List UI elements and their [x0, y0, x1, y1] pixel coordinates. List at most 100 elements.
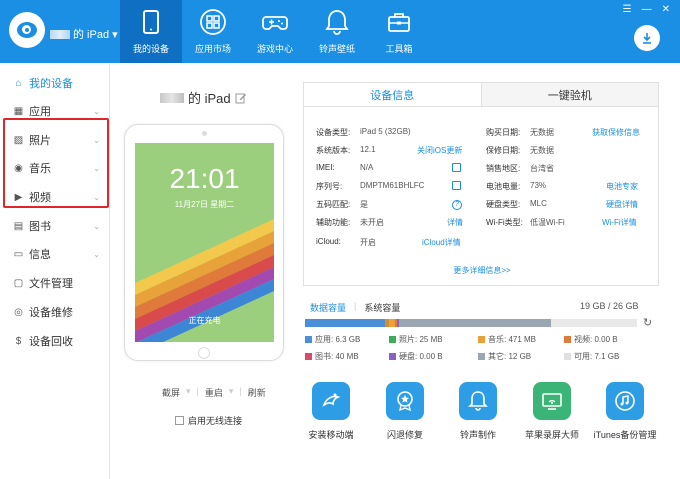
tablet-icon [143, 10, 159, 34]
download-button[interactable] [634, 25, 660, 51]
download-icon [643, 33, 651, 44]
main-nav: 我的设备 应用市场 游戏中心 铃声壁纸 工具箱 [120, 0, 430, 63]
lock-screen-time: 21:01 [169, 163, 240, 194]
bell-icon [325, 10, 349, 35]
legend-swatch [305, 353, 312, 360]
home-icon: ⌂ [15, 77, 22, 89]
wireless-toggle[interactable]: 启用无线连接 [175, 414, 242, 427]
refresh-button[interactable]: 刷新 [248, 386, 266, 399]
ringtone-icon [459, 382, 497, 420]
sidebar-item-messages[interactable]: ▭ 信息 ⌄ [0, 240, 110, 268]
gamepad-icon [262, 16, 288, 30]
tool-crash-fix[interactable]: 闪退修复 [370, 382, 440, 441]
nav-label: 工具箱 [385, 44, 413, 54]
sidebar-item-label: 应用 [29, 106, 51, 118]
info-row: 辅助功能: 未开启 详情 Wi-Fi类型: 低温Wi-Fi Wi-Fi详情 [316, 217, 637, 228]
legend-item: 照片: 25 MB [389, 334, 443, 345]
disk-details-link[interactable]: 硬盘详情 [606, 199, 638, 210]
nav-label: 我的设备 [132, 44, 169, 54]
battery-expert-link[interactable]: 电池专家 [606, 181, 638, 192]
storage-segment-其它 [398, 319, 552, 327]
refresh-icon[interactable]: ↻ [643, 316, 652, 329]
repair-icon: ◎ [14, 306, 23, 318]
device-title-text: 的 iPad [188, 91, 231, 106]
copy-icon[interactable] [452, 181, 461, 192]
chevron-down-icon: ⌄ [93, 249, 100, 259]
device-selector-label: 的 iPad ▾ [73, 29, 118, 41]
tab-device-info[interactable]: 设备信息 [304, 83, 482, 106]
copy-icon[interactable] [452, 163, 461, 174]
info-row: IMEI: N/A 销售地区: 台湾省 [316, 163, 554, 174]
storage-bar [305, 319, 637, 327]
sidebar-item-my-device[interactable]: ⌂ 我的设备 [0, 69, 110, 97]
legend-item: 应用: 6.3 GB [305, 334, 360, 345]
icloud-details-link[interactable]: iCloud详情 [422, 237, 461, 248]
menu-icon[interactable]: ☰ [623, 4, 632, 15]
tool-itunes-backup[interactable]: iTunes备份管理 [590, 382, 660, 441]
home-button [198, 347, 210, 359]
chevron-down-icon: ⌄ [93, 221, 100, 231]
apps-icon: ▦ [13, 105, 24, 117]
accessibility-details-link[interactable]: 详情 [447, 217, 463, 228]
close-icon[interactable]: ✕ [662, 4, 670, 15]
toolbox-icon [388, 13, 410, 32]
crash-fix-icon [386, 382, 424, 420]
tool-install-mobile[interactable]: 安装移动端 [296, 382, 366, 441]
sidebar-item-books[interactable]: ▤ 图书 ⌄ [0, 212, 110, 240]
highlight-box [3, 118, 109, 208]
top-bar: 的 iPad ▾ 我的设备 应用市场 游戏中心 铃声壁纸 工具箱 ☰ — ✕ [0, 0, 680, 63]
legend-item: 图书: 40 MB [305, 351, 359, 362]
minimize-icon[interactable]: — [642, 4, 652, 15]
legend-item: 音乐: 471 MB [478, 334, 536, 345]
nav-game-center[interactable]: 游戏中心 [244, 0, 306, 63]
device-selector[interactable]: 的 iPad ▾ [50, 26, 118, 42]
tool-ringtone-maker[interactable]: 铃声制作 [443, 382, 513, 441]
charging-status: 正在充电 [188, 316, 221, 325]
screenshot-button[interactable]: 截屏 [162, 386, 180, 399]
tab-system-capacity[interactable]: 系统容量 [364, 301, 400, 314]
tool-screen-recorder[interactable]: 苹果录屏大师 [517, 382, 587, 441]
help-icon[interactable]: ? [452, 199, 462, 210]
mobile-install-icon [312, 382, 350, 420]
legend-swatch [478, 336, 485, 343]
folder-icon: ▢ [13, 277, 24, 289]
legend-item: 视频: 0.00 B [564, 334, 618, 345]
restart-button[interactable]: 重启 [205, 386, 223, 399]
device-info-panel: 设备类型: iPad 5 (32GB) 购买日期: 无数据 获取保修信息 系统版… [303, 106, 659, 286]
info-row: 五码匹配: 是 ? 硬盘类型: MLC 硬盘详情 [316, 199, 638, 210]
storage-segment-音乐 [388, 319, 396, 327]
sidebar-item-label: 信息 [29, 249, 51, 261]
tab-one-click-check[interactable]: 一键验机 [482, 83, 659, 106]
storage-total: 19 GB / 26 GB [580, 301, 639, 311]
itunes-backup-icon [606, 382, 644, 420]
legend-item: 可用: 7.1 GB [564, 351, 619, 362]
wifi-details-link[interactable]: Wi-Fi详情 [602, 217, 637, 228]
more-details-link[interactable]: 更多详细信息>> [304, 265, 660, 276]
legend-swatch [478, 353, 485, 360]
legend-swatch [305, 336, 312, 343]
ipad-preview: 21:01 11月27日 星期二 正在充电 [124, 124, 284, 361]
sidebar-item-device-recycle[interactable]: $ 设备回收 [0, 327, 110, 355]
sidebar-item-label: 我的设备 [29, 78, 73, 90]
nav-my-device[interactable]: 我的设备 [120, 0, 182, 63]
info-row: 序列号: DMPTM61BHLFC 电池电量: 73% 电池专家 [316, 181, 638, 192]
legend-swatch [564, 353, 571, 360]
disable-ios-update-link[interactable]: 关闭iOS更新 [417, 145, 462, 156]
sidebar-item-file-manager[interactable]: ▢ 文件管理 [0, 269, 110, 297]
nav-toolbox[interactable]: 工具箱 [368, 0, 430, 63]
nav-ringtones-wallpapers[interactable]: 铃声壁纸 [306, 0, 368, 63]
edit-icon[interactable] [235, 92, 247, 104]
device-title: 的 iPad [160, 88, 247, 107]
legend-item: 其它: 12 GB [478, 351, 531, 362]
apps-grid-icon [200, 9, 226, 35]
legend-item: 硬盘: 0.00 B [389, 351, 443, 362]
blurred-device-name [50, 29, 70, 39]
wireless-label: 启用无线连接 [188, 416, 243, 426]
wireless-checkbox[interactable] [175, 416, 184, 425]
nav-app-market[interactable]: 应用市场 [182, 0, 244, 63]
sidebar-item-device-repair[interactable]: ◎ 设备维修 [0, 298, 110, 326]
sidebar-item-label: 设备维修 [29, 307, 73, 319]
tab-data-capacity[interactable]: 数据容量 [310, 301, 346, 314]
warranty-link[interactable]: 获取保修信息 [592, 127, 640, 138]
device-actions: 截屏 ▾ | 重启 ▾ | 刷新 [162, 386, 266, 399]
